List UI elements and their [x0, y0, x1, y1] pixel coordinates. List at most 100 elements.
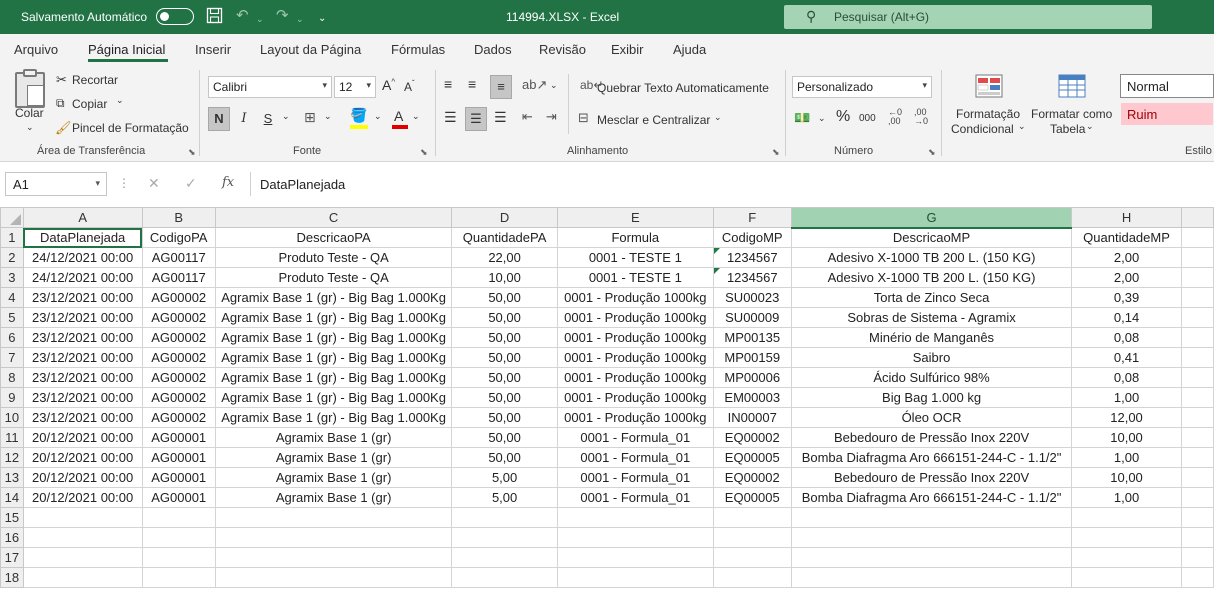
tab-layout-da-pagina[interactable]: Layout da Página	[260, 42, 361, 57]
row-header[interactable]: 1	[0, 227, 24, 248]
cut-icon[interactable]: ✂	[56, 72, 67, 88]
cell[interactable]: AG00001	[141, 427, 216, 448]
cell[interactable]: 5,00	[451, 487, 558, 508]
cell[interactable]	[1180, 487, 1214, 508]
font-color-button[interactable]: A	[394, 108, 403, 124]
cell[interactable]: 0001 - Produção 1000kg	[556, 367, 714, 388]
search-box[interactable]: ⚲ Pesquisar (Alt+G)	[784, 5, 1152, 29]
enter-icon[interactable]: ✓	[185, 175, 197, 192]
row-header[interactable]: 6	[0, 327, 24, 348]
copy-dropdown-icon[interactable]: ⌄	[116, 95, 124, 106]
cell[interactable]: 10,00	[1071, 427, 1182, 448]
cell[interactable]: AG00002	[141, 327, 216, 348]
underline-button[interactable]: S	[260, 108, 276, 130]
paste-dropdown-icon[interactable]: ⌄	[26, 122, 34, 133]
accounting-format-icon[interactable]: 💵	[794, 110, 810, 126]
merge-dropdown-icon[interactable]: ⌄	[714, 112, 722, 123]
redo-dropdown-icon[interactable]: ⌄	[296, 10, 304, 28]
cell[interactable]	[1180, 247, 1214, 268]
undo-dropdown-icon[interactable]: ⌄	[256, 10, 264, 28]
number-format-select[interactable]: Personalizado ▾	[792, 76, 932, 98]
cell[interactable]: EQ00005	[712, 447, 792, 468]
conditional-formatting-line2[interactable]: Condicional	[951, 122, 1014, 136]
cell[interactable]	[1180, 547, 1214, 568]
cell[interactable]	[22, 527, 143, 548]
format-as-table-icon[interactable]	[1058, 74, 1086, 98]
cell[interactable]: Bebedouro de Pressão Inox 220V	[790, 467, 1073, 488]
cell[interactable]	[712, 567, 792, 588]
tab-formulas[interactable]: Fórmulas	[391, 42, 445, 57]
row-header[interactable]: 9	[0, 387, 24, 408]
cell[interactable]: Agramix Base 1 (gr) - Big Bag 1.000Kg	[214, 307, 453, 328]
cell[interactable]: Bebedouro de Pressão Inox 220V	[790, 427, 1073, 448]
copy-icon[interactable]: ⧉	[56, 96, 65, 111]
paste-button[interactable]: Colar	[15, 106, 44, 120]
cell[interactable]: Minério de Manganês	[790, 327, 1073, 348]
merge-center-button[interactable]: Mesclar e Centralizar	[597, 113, 710, 127]
style-bad[interactable]: Ruim	[1120, 102, 1214, 126]
cell[interactable]: 23/12/2021 00:00	[22, 327, 143, 348]
grow-font-button[interactable]: A^	[382, 77, 395, 93]
cell[interactable]: Bomba Diafragma Aro 666151-244-C - 1.1/2…	[790, 447, 1073, 468]
cell[interactable]: Agramix Base 1 (gr)	[214, 487, 453, 508]
cell[interactable]	[1071, 527, 1182, 548]
cell[interactable]: CodigoMP	[712, 227, 792, 248]
increase-indent-icon[interactable]: ⇥	[546, 109, 557, 125]
row-header[interactable]: 4	[0, 287, 24, 308]
cell[interactable]: AG00002	[141, 307, 216, 328]
formula-input[interactable]: DataPlanejada	[250, 172, 1214, 196]
cell[interactable]: 50,00	[451, 387, 558, 408]
row-header[interactable]: 11	[0, 427, 24, 448]
wrap-text-button[interactable]: Quebrar Texto Automaticamente	[597, 81, 769, 95]
column-header-a[interactable]: A	[22, 207, 143, 228]
tab-arquivo[interactable]: Arquivo	[14, 42, 58, 57]
cell[interactable]: 0,08	[1071, 327, 1182, 348]
cell[interactable]	[1180, 267, 1214, 288]
format-painter-button[interactable]: Pincel de Formatação	[72, 121, 189, 135]
clipboard-launcher-icon[interactable]: ⬊	[188, 147, 196, 158]
cell[interactable]: Adesivo X-1000 TB 200 L. (150 KG)	[790, 247, 1073, 268]
cell[interactable]: 22,00	[451, 247, 558, 268]
cell[interactable]: 0,39	[1071, 287, 1182, 308]
cell[interactable]: DataPlanejada	[22, 227, 143, 248]
cell[interactable]	[141, 507, 216, 528]
cell[interactable]: 50,00	[451, 447, 558, 468]
cell[interactable]: 1,00	[1071, 387, 1182, 408]
underline-dropdown-icon[interactable]: ⌄	[282, 111, 290, 122]
row-header[interactable]: 15	[0, 507, 24, 528]
column-header-c[interactable]: C	[214, 207, 453, 228]
percent-button[interactable]: %	[836, 108, 850, 126]
conditional-dropdown-icon[interactable]: ⌄	[1018, 121, 1026, 132]
cell[interactable]	[1180, 327, 1214, 348]
cell[interactable]	[214, 547, 453, 568]
cell[interactable]	[451, 567, 558, 588]
tab-ajuda[interactable]: Ajuda	[673, 42, 706, 57]
cell[interactable]: 12,00	[1071, 407, 1182, 428]
cell[interactable]: Adesivo X-1000 TB 200 L. (150 KG)	[790, 267, 1073, 288]
cell[interactable]: Formula	[556, 227, 714, 248]
cell[interactable]: 50,00	[451, 327, 558, 348]
row-header[interactable]: 16	[0, 527, 24, 548]
column-header-overflow[interactable]	[1180, 207, 1214, 228]
cell[interactable]: 23/12/2021 00:00	[22, 347, 143, 368]
cell[interactable]: 50,00	[451, 307, 558, 328]
cancel-icon[interactable]: ✕	[148, 175, 160, 192]
cell[interactable]: AG00001	[141, 487, 216, 508]
row-header[interactable]: 2	[0, 247, 24, 268]
cell[interactable]: Agramix Base 1 (gr) - Big Bag 1.000Kg	[214, 347, 453, 368]
merge-center-icon[interactable]: ⊟	[578, 110, 589, 126]
cell[interactable]	[790, 547, 1073, 568]
column-header-g[interactable]: G	[790, 207, 1073, 229]
cell[interactable]: 23/12/2021 00:00	[22, 387, 143, 408]
cell[interactable]: 0001 - Produção 1000kg	[556, 347, 714, 368]
font-name-select[interactable]: Calibri ▾	[208, 76, 332, 98]
cell[interactable]: 0001 - Formula_01	[556, 487, 714, 508]
tab-dados[interactable]: Dados	[474, 42, 512, 57]
cell[interactable]: Big Bag 1.000 kg	[790, 387, 1073, 408]
decrease-indent-icon[interactable]: ⇤	[522, 109, 533, 125]
cell[interactable]	[1180, 307, 1214, 328]
cell[interactable]	[22, 507, 143, 528]
column-header-f[interactable]: F	[712, 207, 792, 228]
cell[interactable]: AG00002	[141, 367, 216, 388]
cell[interactable]: Torta de Zinco Seca	[790, 287, 1073, 308]
